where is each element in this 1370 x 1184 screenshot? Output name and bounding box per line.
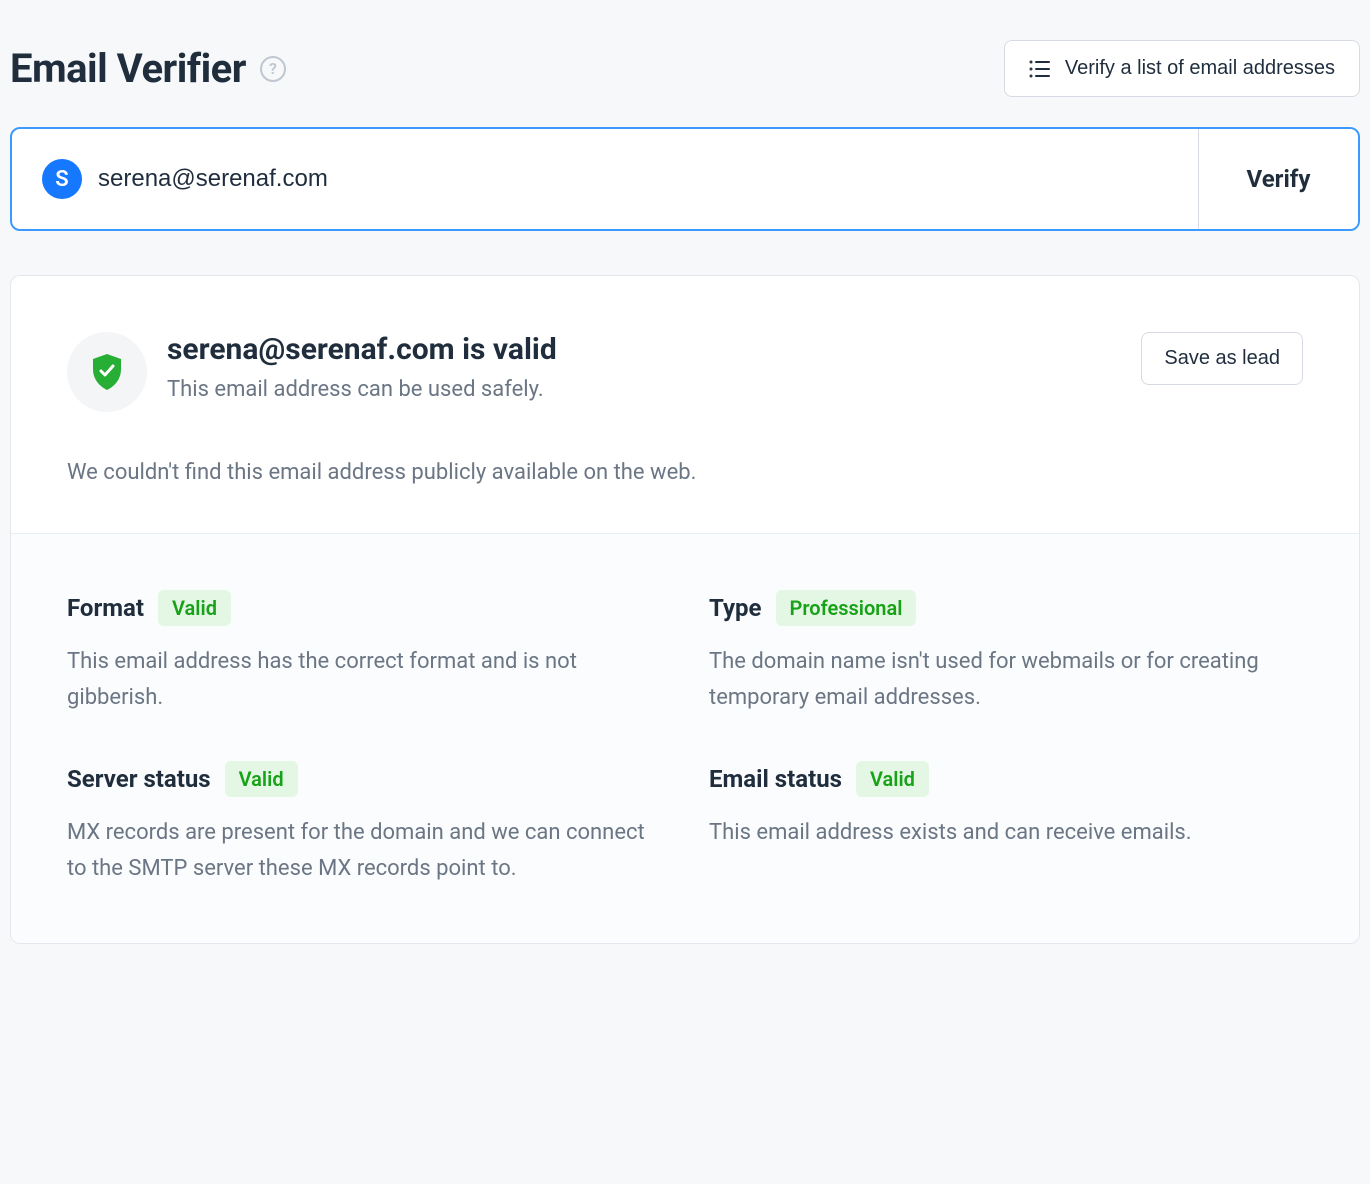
status-badge: Valid [158, 590, 231, 626]
email-input[interactable] [98, 165, 1168, 193]
detail-type: Type Professional The domain name isn't … [709, 590, 1303, 717]
detail-title: Email status [709, 765, 842, 793]
search-card: S Verify [10, 127, 1360, 231]
not-found-text: We couldn't find this email address publ… [11, 460, 1359, 533]
detail-format: Format Valid This email address has the … [67, 590, 661, 717]
detail-title: Type [709, 594, 762, 622]
detail-email-status: Email status Valid This email address ex… [709, 761, 1303, 888]
status-badge: Valid [225, 761, 298, 797]
result-card: serena@serenaf.com is valid This email a… [10, 275, 1360, 944]
result-heading: serena@serenaf.com is valid [167, 332, 557, 367]
list-icon [1029, 60, 1051, 78]
status-badge: Professional [776, 590, 917, 626]
page-title: Email Verifier [10, 45, 246, 92]
avatar: S [42, 159, 82, 199]
detail-desc: This email address exists and can receiv… [709, 815, 1303, 851]
detail-desc: This email address has the correct forma… [67, 644, 661, 717]
detail-desc: The domain name isn't used for webmails … [709, 644, 1303, 717]
detail-title: Server status [67, 765, 211, 793]
verify-list-label: Verify a list of email addresses [1065, 57, 1335, 80]
help-icon[interactable]: ? [260, 56, 286, 82]
result-subheading: This email address can be used safely. [167, 377, 557, 402]
verify-list-button[interactable]: Verify a list of email addresses [1004, 40, 1360, 97]
detail-desc: MX records are present for the domain an… [67, 815, 661, 888]
shield-check-icon [67, 332, 147, 412]
detail-title: Format [67, 594, 144, 622]
detail-server-status: Server status Valid MX records are prese… [67, 761, 661, 888]
verify-button[interactable]: Verify [1198, 129, 1358, 229]
status-badge: Valid [856, 761, 929, 797]
save-as-lead-button[interactable]: Save as lead [1141, 332, 1303, 385]
